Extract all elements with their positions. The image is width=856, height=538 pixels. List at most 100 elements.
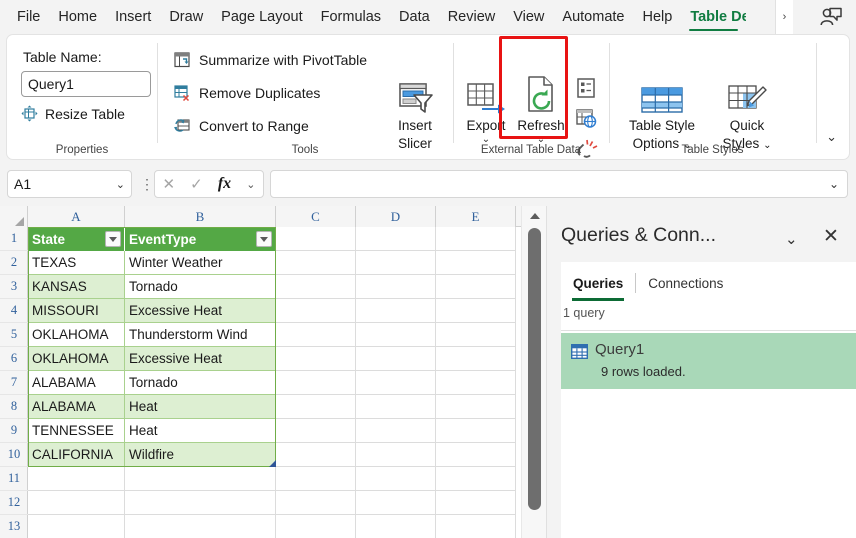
cell-E8[interactable]	[436, 395, 516, 419]
tab-insert[interactable]: Insert	[106, 0, 160, 34]
tab-overflow-button[interactable]: ›	[775, 0, 793, 34]
cell-A10[interactable]: CALIFORNIA	[28, 443, 125, 467]
cell-B4[interactable]: Excessive Heat	[125, 299, 276, 323]
cell-B9[interactable]: Heat	[125, 419, 276, 443]
row-header-7[interactable]: 7	[0, 371, 28, 395]
row-header-3[interactable]: 3	[0, 275, 28, 299]
tab-formulas[interactable]: Formulas	[312, 0, 390, 34]
refresh-button[interactable]: Refresh ⌄	[510, 73, 572, 145]
cell-E2[interactable]	[436, 251, 516, 275]
cell-C7[interactable]	[276, 371, 356, 395]
cell-C11[interactable]	[276, 467, 356, 491]
cell-A7[interactable]: ALABAMA	[28, 371, 125, 395]
row-header-1[interactable]: 1	[0, 227, 28, 251]
tab-help[interactable]: Help	[633, 0, 681, 34]
quick-styles-button[interactable]: Quick Styles ⌄	[712, 73, 782, 153]
panel-close-icon[interactable]: ✕	[823, 227, 839, 246]
cell-A12[interactable]	[28, 491, 125, 515]
scroll-up-arrow-icon[interactable]	[522, 208, 547, 224]
column-header-b[interactable]: B	[125, 206, 276, 227]
row-header-4[interactable]: 4	[0, 299, 28, 323]
row-header-9[interactable]: 9	[0, 419, 28, 443]
cell-C10[interactable]	[276, 443, 356, 467]
row-header-10[interactable]: 10	[0, 443, 28, 467]
cell-D12[interactable]	[356, 491, 436, 515]
cell-A9[interactable]: TENNESSEE	[28, 419, 125, 443]
cell-B13[interactable]	[125, 515, 276, 538]
cell-E5[interactable]	[436, 323, 516, 347]
cell-C8[interactable]	[276, 395, 356, 419]
cell-D13[interactable]	[356, 515, 436, 538]
cell-B11[interactable]	[125, 467, 276, 491]
cell-C4[interactable]	[276, 299, 356, 323]
cell-C2[interactable]	[276, 251, 356, 275]
cell-A6[interactable]: OKLAHOMA	[28, 347, 125, 371]
ribbon-expand-chevron-icon[interactable]: ⌄	[826, 129, 837, 145]
cell-D8[interactable]	[356, 395, 436, 419]
cell-E7[interactable]	[436, 371, 516, 395]
summarize-with-pivottable-button[interactable]: Summarize with PivotTable	[173, 52, 367, 68]
open-in-browser-button[interactable]	[575, 107, 597, 134]
cell-C12[interactable]	[276, 491, 356, 515]
cell-B10[interactable]: Wildfire	[125, 443, 276, 467]
row-header-6[interactable]: 6	[0, 347, 28, 371]
export-button[interactable]: Export ⌄	[455, 73, 517, 145]
cell-D1[interactable]	[356, 227, 436, 251]
column-header-d[interactable]: D	[356, 206, 436, 227]
vertical-scrollbar[interactable]	[521, 206, 546, 538]
cell-A11[interactable]	[28, 467, 125, 491]
name-box[interactable]: A1 ⌄	[7, 170, 132, 198]
cell-D3[interactable]	[356, 275, 436, 299]
panel-chevron-down-icon[interactable]: ⌄	[785, 230, 798, 248]
formula-input[interactable]: ⌄	[270, 170, 848, 198]
tab-data[interactable]: Data	[390, 0, 439, 34]
cell-E4[interactable]	[436, 299, 516, 323]
cell-D11[interactable]	[356, 467, 436, 491]
cell-E12[interactable]	[436, 491, 516, 515]
row-header-11[interactable]: 11	[0, 467, 28, 491]
cell-D5[interactable]	[356, 323, 436, 347]
formula-bar-drag-handle[interactable]: ⋮	[140, 176, 154, 192]
cell-B2[interactable]: Winter Weather	[125, 251, 276, 275]
table-style-options-button[interactable]: Table Style Options ⌄	[617, 73, 707, 153]
cell-B5[interactable]: Thunderstorm Wind	[125, 323, 276, 347]
share-button[interactable]	[814, 3, 848, 31]
cell-E3[interactable]	[436, 275, 516, 299]
tab-table-design[interactable]: Table Design	[681, 0, 746, 34]
properties-small-button[interactable]	[575, 77, 597, 104]
cell-D10[interactable]	[356, 443, 436, 467]
cell-D2[interactable]	[356, 251, 436, 275]
row-header-12[interactable]: 12	[0, 491, 28, 515]
column-header-a[interactable]: A	[28, 206, 125, 227]
table-name-input[interactable]	[21, 71, 151, 97]
cancel-formula-icon[interactable]: ✕	[163, 175, 176, 193]
remove-duplicates-button[interactable]: Remove Duplicates	[173, 85, 320, 101]
cell-B8[interactable]: Heat	[125, 395, 276, 419]
tab-draw[interactable]: Draw	[160, 0, 212, 34]
cell-B3[interactable]: Tornado	[125, 275, 276, 299]
cell-E11[interactable]	[436, 467, 516, 491]
cell-B7[interactable]: Tornado	[125, 371, 276, 395]
resize-table-button[interactable]: Resize Table	[21, 105, 125, 122]
cell-C6[interactable]	[276, 347, 356, 371]
cell-E6[interactable]	[436, 347, 516, 371]
enter-formula-icon[interactable]: ✓	[190, 175, 203, 193]
tab-queries[interactable]: Queries	[561, 270, 635, 296]
tab-review[interactable]: Review	[439, 0, 505, 34]
cell-A3[interactable]: KANSAS	[28, 275, 125, 299]
cell-C9[interactable]	[276, 419, 356, 443]
tab-automate[interactable]: Automate	[553, 0, 633, 34]
insert-function-icon[interactable]: fx	[218, 175, 231, 193]
cell-D9[interactable]	[356, 419, 436, 443]
query-list-item[interactable]: Query1 9 rows loaded.	[561, 333, 856, 389]
row-header-2[interactable]: 2	[0, 251, 28, 275]
convert-to-range-button[interactable]: Convert to Range	[173, 118, 309, 134]
formula-expand-chevron-icon[interactable]: ⌄	[829, 177, 839, 191]
cell-D7[interactable]	[356, 371, 436, 395]
row-header-5[interactable]: 5	[0, 323, 28, 347]
cell-D6[interactable]	[356, 347, 436, 371]
cell-A13[interactable]	[28, 515, 125, 538]
tab-page-layout[interactable]: Page Layout	[212, 0, 311, 34]
cell-B6[interactable]: Excessive Heat	[125, 347, 276, 371]
column-header-c[interactable]: C	[276, 206, 356, 227]
